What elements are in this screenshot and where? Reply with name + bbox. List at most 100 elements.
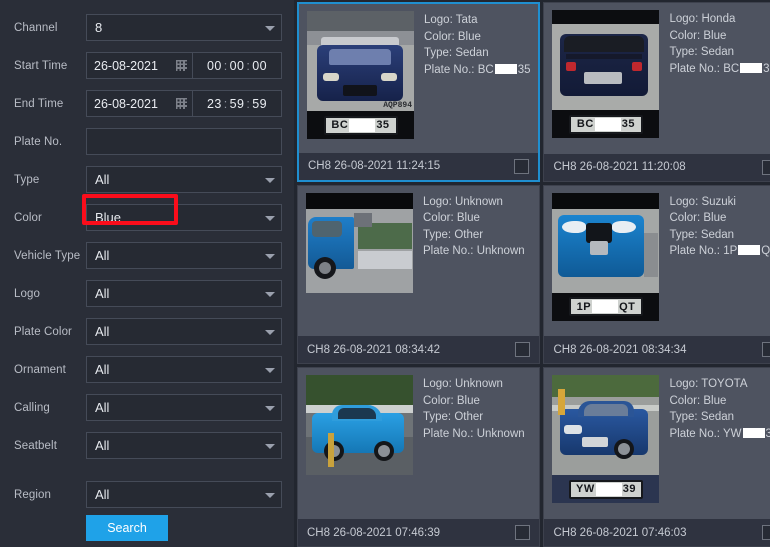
filter-row-end-time: End Time 26-08-2021 23:59:59 — [14, 86, 282, 121]
vehicle-plate-suffix: 35 — [763, 62, 770, 75]
plate-crop-image[interactable]: 1P QT — [552, 292, 660, 321]
time-segment-ss[interactable]: 59 — [252, 97, 267, 111]
chevron-down-icon[interactable] — [265, 405, 275, 411]
chevron-down-icon[interactable] — [265, 253, 275, 259]
select-ornament[interactable]: All — [86, 356, 282, 383]
filter-row-region: Region All — [14, 477, 282, 512]
filter-row-seatbelt: Seatbelt All — [14, 428, 282, 463]
result-select-checkbox[interactable] — [515, 342, 531, 358]
select-seatbelt[interactable]: All — [86, 432, 282, 459]
time-segment-hh[interactable]: 00 — [207, 59, 222, 73]
vehicle-snapshot-image[interactable] — [552, 375, 660, 476]
vehicle-type-label: Type: — [669, 46, 698, 58]
filter-control-wrap: All — [86, 166, 282, 193]
result-select-checkbox[interactable] — [762, 525, 770, 540]
vehicle-logo-label: Logo: — [669, 195, 699, 208]
result-select-checkbox[interactable] — [515, 525, 531, 540]
time-segment-hh[interactable]: 23 — [207, 97, 222, 111]
plate-no-input[interactable] — [86, 128, 282, 155]
vehicle-plate-row: Plate No.: 1P QT — [669, 243, 770, 260]
date-input[interactable]: 26-08-2021 — [86, 52, 193, 79]
calendar-icon[interactable] — [176, 60, 187, 71]
vehicle-attributes: Logo: Unknown Color: Blue Type: Other Plate… — [413, 375, 531, 515]
filter-label: Vehicle Type — [14, 249, 81, 262]
snapshot-column: 1P QT — [552, 192, 660, 333]
vehicle-plate-prefix: BC — [723, 62, 740, 75]
time-segment-mm[interactable]: 00 — [230, 59, 245, 73]
chevron-down-icon[interactable] — [265, 215, 275, 221]
result-select-checkbox[interactable] — [514, 158, 530, 174]
plate-crop-text: YW 39 — [568, 479, 643, 499]
filter-row-color: Color Blue — [14, 200, 282, 235]
select-value: All — [95, 248, 110, 263]
chevron-down-icon[interactable] — [265, 25, 275, 31]
result-card[interactable]: YW 39 Logo: TOYOTA Color: Blue Type: Sedan Pl… — [543, 367, 770, 547]
filter-label: Calling — [14, 401, 50, 414]
vehicle-type-row: Type: Other — [423, 409, 531, 426]
chevron-down-icon[interactable] — [265, 177, 275, 183]
select-vehicle-type[interactable]: All — [86, 242, 282, 269]
time-input[interactable]: 23:59:59 — [192, 90, 282, 117]
vehicle-snapshot-image[interactable] — [306, 192, 413, 293]
vehicle-type-row: Type: Sedan — [669, 44, 770, 61]
select-plate-color[interactable]: All — [86, 318, 282, 345]
select-channel[interactable]: 8 — [86, 14, 282, 41]
result-card-body: Logo: Unknown Color: Blue Type: Other Plate… — [298, 186, 539, 337]
select-type[interactable]: All — [86, 166, 282, 193]
filter-label: Type — [14, 173, 40, 186]
result-card[interactable]: Logo: Unknown Color: Blue Type: Other Plate… — [297, 184, 541, 365]
filter-row-logo: Logo All — [14, 276, 282, 311]
calendar-icon[interactable] — [176, 98, 187, 109]
chevron-down-icon[interactable] — [265, 492, 275, 498]
result-select-checkbox[interactable] — [762, 342, 770, 358]
vehicle-plate-row: Plate No.: BC 35 — [424, 62, 530, 79]
capture-timestamp: CH8 26-08-2021 07:46:39 — [307, 526, 440, 539]
vehicle-logo-row: Logo: Honda — [669, 11, 770, 28]
filter-label: Region — [14, 488, 52, 501]
snapshot-column: BC 35 — [552, 10, 660, 150]
chevron-down-icon[interactable] — [265, 291, 275, 297]
vehicle-logo-label: Logo: — [669, 378, 699, 391]
chevron-down-icon[interactable] — [265, 443, 275, 449]
filter-label: End Time — [14, 97, 64, 110]
result-card[interactable]: BC 35 Logo: Honda Color: Blue Type: Sedan Pla… — [543, 2, 770, 182]
vehicle-logo-label: Logo: — [423, 195, 452, 208]
select-region[interactable]: All — [86, 481, 282, 508]
plate-crop-suffix: 35 — [621, 118, 636, 130]
result-card[interactable]: AQP894 BC 35 Logo: Tata Color: Blue Type: Sed… — [297, 2, 541, 182]
date-value: 26-08-2021 — [94, 96, 158, 111]
vehicle-logo-row: Logo: Unknown — [423, 194, 531, 211]
result-card[interactable]: 1P QT Logo: Suzuki Color: Blue Type: Sedan Pl… — [543, 184, 770, 365]
vehicle-type-value: Other — [454, 228, 484, 241]
vehicle-logo-row: Logo: TOYOTA — [669, 376, 770, 393]
select-logo[interactable]: All — [86, 280, 282, 307]
filter-row-calling: Calling All — [14, 390, 282, 425]
vehicle-attributes: Logo: TOYOTA Color: Blue Type: Sedan Plate … — [659, 375, 770, 515]
select-calling[interactable]: All — [86, 394, 282, 421]
time-segment-ss[interactable]: 00 — [252, 59, 267, 73]
vehicle-snapshot-image[interactable] — [552, 10, 660, 110]
vehicle-color-label: Color: — [423, 212, 454, 225]
plate-crop-image[interactable]: YW 39 — [552, 475, 660, 504]
time-input[interactable]: 00:00:00 — [192, 52, 282, 79]
result-card[interactable]: Logo: Unknown Color: Blue Type: Other Plate… — [297, 367, 541, 547]
vehicle-logo-label: Logo: — [423, 378, 452, 391]
result-card-body: YW 39 Logo: TOYOTA Color: Blue Type: Sedan Pl… — [544, 368, 770, 519]
vehicle-snapshot-image[interactable] — [552, 192, 660, 293]
select-value: All — [95, 324, 110, 339]
vehicle-color-row: Color: Blue — [423, 393, 531, 410]
chevron-down-icon[interactable] — [265, 329, 275, 335]
search-button[interactable]: Search — [86, 515, 168, 541]
vehicle-snapshot-image[interactable]: AQP894 — [307, 11, 414, 111]
result-card-body: 1P QT Logo: Suzuki Color: Blue Type: Sedan Pl… — [544, 186, 770, 337]
vehicle-snapshot-image[interactable] — [306, 375, 413, 476]
time-segment-mm[interactable]: 59 — [230, 97, 245, 111]
plate-crop-image[interactable]: BC 35 — [307, 111, 414, 139]
chevron-down-icon[interactable] — [265, 367, 275, 373]
vehicle-plate-redaction — [494, 63, 517, 74]
result-select-checkbox[interactable] — [762, 159, 770, 175]
date-input[interactable]: 26-08-2021 — [86, 90, 193, 117]
plate-crop-image[interactable]: BC 35 — [552, 110, 660, 138]
plate-crop-prefix: YW — [575, 483, 595, 496]
select-color[interactable]: Blue — [86, 204, 282, 231]
